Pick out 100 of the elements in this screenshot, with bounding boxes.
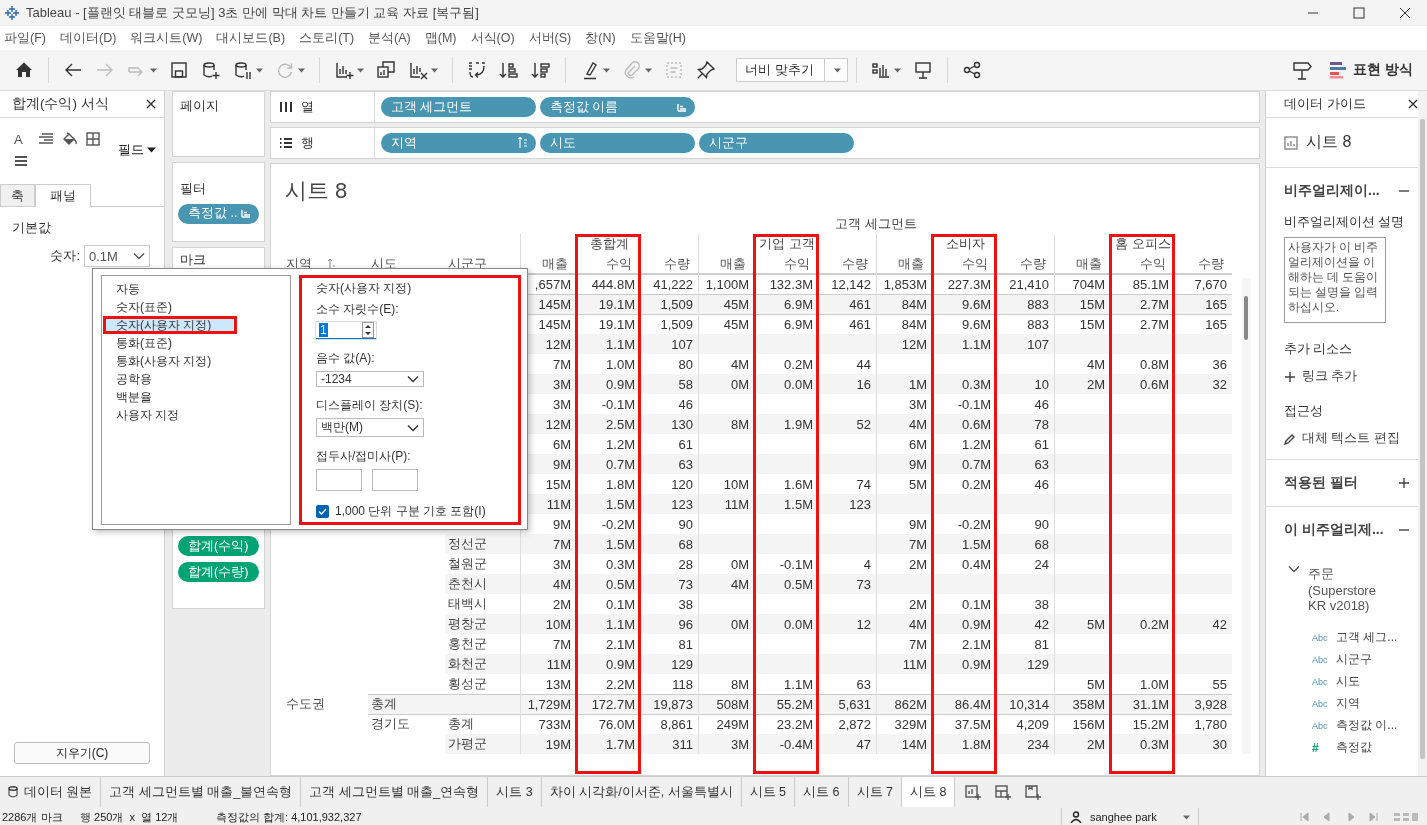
- fit-select[interactable]: 너비 맞추기: [736, 58, 848, 82]
- scrollbar[interactable]: [1418, 91, 1427, 776]
- table-cell-text: 2M: [907, 555, 928, 574]
- column-header: 매출: [1076, 255, 1102, 273]
- table-cell-text: 107: [1026, 335, 1050, 354]
- chevron-down-icon[interactable]: [133, 252, 145, 260]
- presentation-icon[interactable]: [912, 60, 933, 80]
- table-cell-text: -0.2M: [600, 515, 636, 534]
- format-option[interactable]: 통화(사용자 지정): [103, 352, 289, 370]
- display-units-select[interactable]: 백만(M): [316, 418, 424, 438]
- chart-clear-icon[interactable]: [408, 60, 428, 80]
- pane-tab[interactable]: 패널: [35, 184, 91, 207]
- table-cell-text: 46: [1033, 395, 1050, 414]
- format-option[interactable]: 통화(표준): [103, 334, 289, 352]
- caret-icon[interactable]: [833, 67, 841, 73]
- maximize-icon[interactable]: [1353, 7, 1365, 19]
- caret-icon[interactable]: [603, 67, 610, 73]
- table-cell-text: 123: [670, 495, 694, 514]
- alignment-icon[interactable]: [38, 132, 54, 146]
- swap-icon[interactable]: [467, 60, 487, 80]
- sheet-tab[interactable]: 시트 8: [901, 777, 956, 807]
- database-pause-icon[interactable]: [233, 60, 253, 80]
- expand-icon[interactable]: [1398, 477, 1410, 489]
- add-link[interactable]: 링크 추가: [1284, 368, 1410, 385]
- format-option[interactable]: 자동: [103, 280, 289, 298]
- menu-item[interactable]: 스토리(T): [295, 29, 365, 47]
- menu-item[interactable]: 데이터(D): [55, 29, 127, 47]
- chevron-down-icon[interactable]: [1288, 565, 1300, 573]
- pin-icon[interactable]: [696, 60, 716, 80]
- sort-ascending-icon[interactable]: [499, 60, 519, 80]
- table-cell-text: 13M: [544, 675, 572, 694]
- chart-icon[interactable]: [870, 60, 891, 80]
- menu-item[interactable]: 워크시트(W): [126, 29, 213, 47]
- chart-plus-icon[interactable]: [334, 60, 354, 80]
- menu-item[interactable]: 파일(F): [0, 29, 56, 47]
- close-icon[interactable]: [1408, 99, 1418, 109]
- shelf-title: 필터: [179, 180, 207, 198]
- share-icon[interactable]: [961, 60, 982, 80]
- menu-item[interactable]: 대시보드(B): [212, 29, 296, 47]
- close-icon[interactable]: [1399, 7, 1411, 19]
- number-format-select[interactable]: 0.1M: [84, 245, 150, 267]
- user-menu[interactable]: sanghee park: [1061, 808, 1199, 825]
- suffix-field[interactable]: [372, 469, 418, 491]
- duplicate-chart-icon[interactable]: [376, 60, 396, 80]
- description-field[interactable]: 사용자가 이 비주얼리제이션을 이해하는 데 도움이 되는 설명을 입력하십시오.: [1284, 237, 1386, 323]
- checkbox[interactable]: [316, 505, 329, 518]
- field-type-glyph: Abc: [1312, 676, 1329, 687]
- sort-icon[interactable]: [326, 258, 336, 270]
- scrollbar[interactable]: [1242, 278, 1251, 754]
- field-name: 시도: [1336, 673, 1360, 690]
- menu-item[interactable]: 서식(O): [466, 29, 525, 47]
- negative-format-select[interactable]: -1234: [316, 370, 424, 387]
- menu-item[interactable]: 창(N): [581, 29, 626, 47]
- edit-alt-text-link[interactable]: 대체 텍스트 편집: [1284, 430, 1410, 447]
- chevron-down-icon[interactable]: [407, 423, 419, 432]
- database-plus-icon[interactable]: [201, 60, 221, 80]
- show-me-button[interactable]: 표현 방식: [1329, 61, 1413, 79]
- pane-title: 합계(수익) 서식: [12, 95, 109, 113]
- format-option[interactable]: 숫자(사용자 지정): [103, 316, 237, 334]
- caret-icon[interactable]: [1183, 814, 1190, 820]
- menu-item[interactable]: 서버(S): [524, 29, 582, 47]
- table-cell-text: 4M: [907, 415, 928, 434]
- format-option[interactable]: 백분율: [103, 388, 289, 406]
- menu-item[interactable]: 분석(A): [364, 29, 421, 47]
- table-cell-text: 12M: [544, 415, 572, 434]
- table-cell-text: 311: [671, 735, 694, 754]
- table-cell-text: 4M: [551, 575, 572, 594]
- decimal-places-field[interactable]: 1: [316, 322, 376, 339]
- font-format-button[interactable]: A: [14, 131, 38, 147]
- menu-item[interactable]: 맵(M): [420, 29, 467, 47]
- signpost-icon[interactable]: [1291, 59, 1314, 81]
- save-icon[interactable]: [169, 60, 189, 80]
- clear-button[interactable]: 지우기(C): [14, 742, 150, 764]
- prefix-field[interactable]: [316, 469, 362, 491]
- menu-item[interactable]: 도움말(H): [625, 29, 696, 47]
- format-option[interactable]: 공학용: [103, 370, 289, 388]
- borders-icon[interactable]: [86, 132, 100, 146]
- table-cell-text: 19,873: [652, 695, 694, 714]
- table-cell-text: -0.1M: [778, 555, 814, 574]
- table-cell-text: -0.2M: [956, 515, 992, 534]
- close-icon[interactable]: [146, 99, 156, 109]
- caret-icon[interactable]: [357, 67, 364, 73]
- caret-icon[interactable]: [431, 67, 438, 73]
- field-name: 고객 세그...: [1336, 629, 1398, 646]
- chevron-down-icon[interactable]: [407, 374, 419, 383]
- new-sheet-icon[interactable]: [965, 784, 982, 800]
- new-story-icon[interactable]: [1025, 784, 1042, 800]
- caret-icon[interactable]: [893, 67, 901, 73]
- format-option[interactable]: 숫자(표준): [103, 298, 289, 316]
- sort-descending-icon[interactable]: [531, 60, 551, 80]
- pane-tab[interactable]: 축: [0, 184, 35, 206]
- format-option[interactable]: 사용자 지정: [103, 406, 289, 424]
- lines-icon[interactable]: [14, 155, 28, 167]
- home-icon[interactable]: [14, 60, 34, 80]
- table-cell-text: 6M: [551, 435, 572, 454]
- paint-bucket-icon[interactable]: [62, 131, 78, 147]
- caret-icon[interactable]: [256, 67, 263, 73]
- new-dashboard-icon[interactable]: [995, 784, 1012, 800]
- field-menu[interactable]: 필드: [110, 141, 156, 159]
- table-cell-text: 1.0M: [1139, 675, 1170, 694]
